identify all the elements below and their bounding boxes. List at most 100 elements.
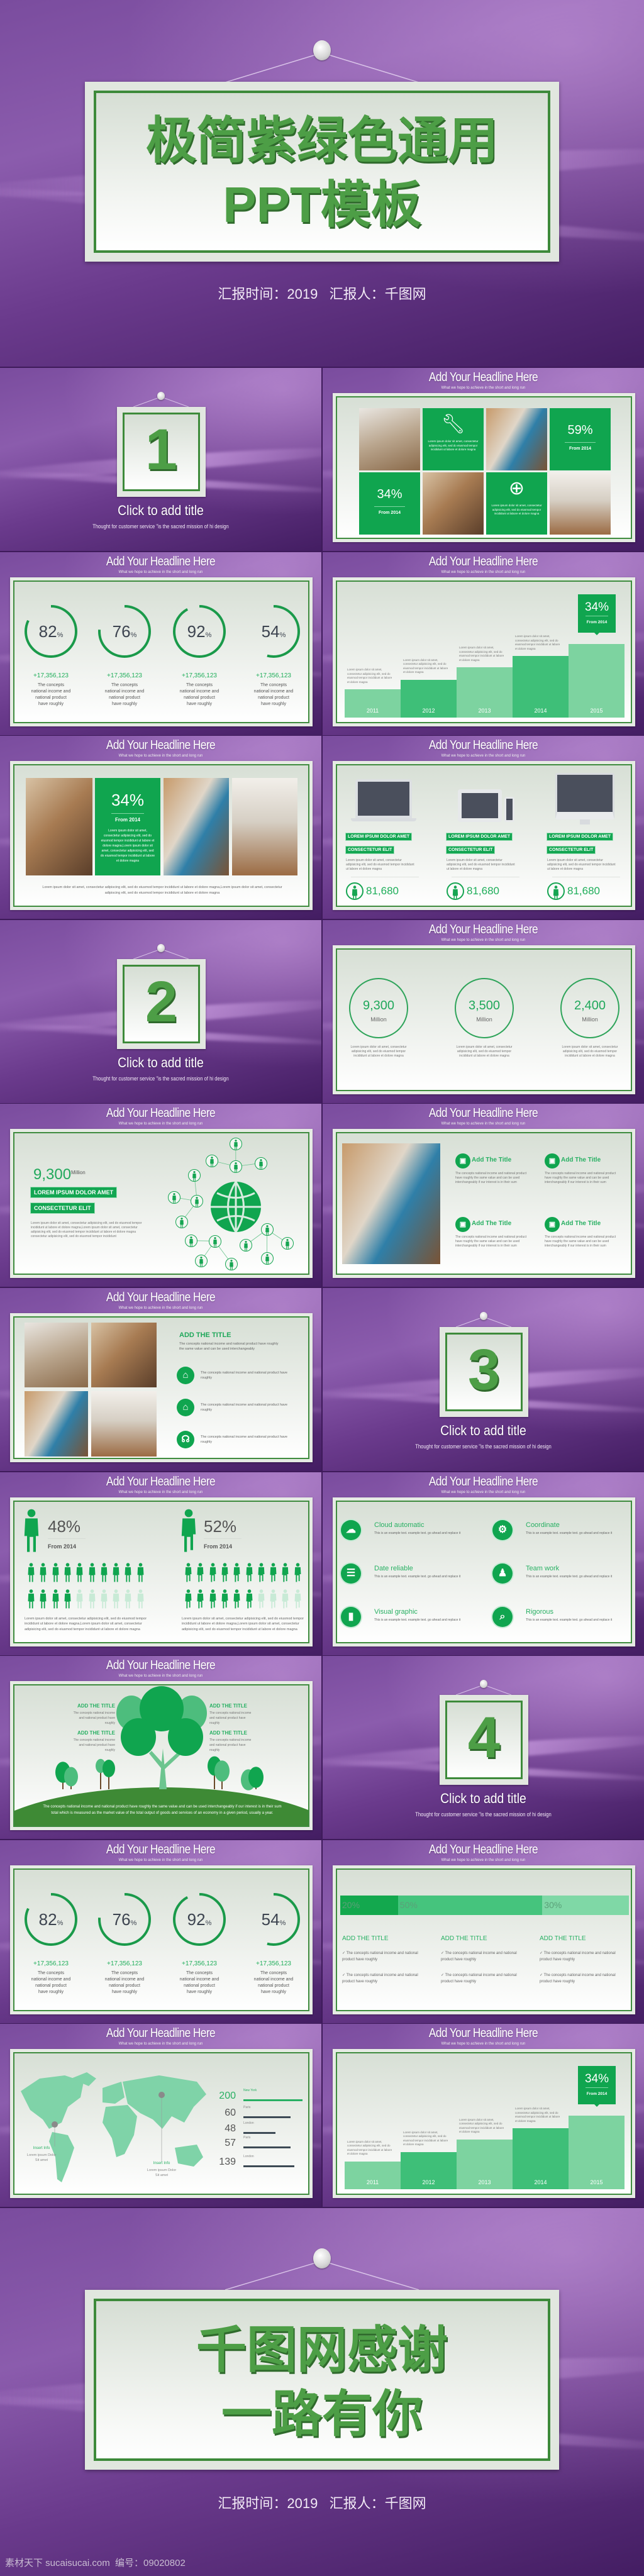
slide-section[interactable]: 4 Click to add title Thought for customer …: [323, 1656, 644, 1840]
list-item-text: The concepts national income and nationa…: [201, 1435, 287, 1444]
person-icon: [233, 1589, 241, 1612]
panel-inner: 🔧︎ Lorem ipsum dolor sit amet, consectetu…: [336, 396, 632, 539]
tree-item-title: ADD THE TITLE: [77, 1703, 115, 1709]
person-icon: [88, 1589, 96, 1612]
section-number-card: 4: [440, 1695, 528, 1785]
circle-text: Lorem ipsum dolor sit amet, consectetur …: [456, 1045, 513, 1058]
tree-item-text: The concepts national income and nationa…: [73, 1711, 115, 1726]
slide-people[interactable]: Add Your Headline Here What we hope to ac…: [0, 1472, 321, 1655]
male-figure-icon: [23, 1508, 40, 1557]
person-icon: [136, 1562, 145, 1585]
person-node-icon: [175, 1216, 188, 1229]
slide-section[interactable]: 1 Click to add title Thought for customer …: [0, 368, 321, 551]
feature-text: This is an example text. example text. g…: [374, 1618, 461, 1622]
circle-value: 3,500: [468, 998, 501, 1013]
bar-segment: 20%: [340, 1895, 398, 1915]
tile-text: Lorem ipsum dolor sit amet, consectetur …: [491, 504, 542, 515]
cloud-download-icon: ☁: [341, 1519, 361, 1540]
slide-headline: Add Your Headline Here: [106, 554, 216, 569]
ring-text: The concepts national income and nationa…: [104, 682, 145, 706]
person-node-icon: [184, 1235, 197, 1248]
content-panel: ADD THE TITLE The concepts national incom…: [10, 1681, 313, 1831]
segment-label: 50%: [399, 1899, 418, 1910]
photo: [164, 778, 229, 876]
panel-inner: 2011 Lorem ipsum dolor sit amet, consecte…: [336, 2052, 632, 2196]
person-node-icon: [260, 1252, 274, 1265]
slide-headline: Add Your Headline Here: [428, 2026, 538, 2041]
monitor-icon: ▣: [545, 1153, 560, 1169]
feature-text: This is an example text. example text. g…: [374, 1531, 461, 1535]
tree-item-title: ADD THE TITLE: [209, 1703, 247, 1709]
slide-headline: Add Your Headline Here: [106, 1106, 216, 1121]
people-label: From 2014: [204, 1543, 233, 1550]
device-badge-title: LOREM IPSUM DOLOR AMET: [346, 833, 412, 841]
column-title: ADD THE TITLE: [441, 1935, 487, 1942]
stat-value: 34%: [111, 791, 145, 810]
ring-count: +17,356,123: [33, 1960, 69, 1967]
slide-network[interactable]: Add Your Headline Here What we hope to ac…: [0, 1104, 321, 1287]
ring-value-wrap: 54%: [248, 1910, 299, 1929]
panel-inner: 48% From 2014 Lorem ipsum dolor sit amet, …: [13, 1500, 309, 1643]
section-number: 2: [145, 969, 178, 1034]
slide-four_titles[interactable]: Add Your Headline Here What we hope to ac…: [323, 1104, 644, 1287]
slide-headline: Add Your Headline Here: [106, 1474, 216, 1489]
people-percent: 52%: [204, 1516, 237, 1536]
basket-plus-icon: ⊕: [508, 478, 525, 499]
item-title: Add The Title: [561, 1157, 601, 1164]
cover-title-line2: PPT模板: [223, 177, 421, 233]
column-title: ADD THE TITLE: [342, 1935, 389, 1942]
person-icon: [281, 1562, 289, 1585]
stat-bar: [243, 2146, 291, 2149]
person-icon: [112, 1589, 120, 1612]
slide-split_bar[interactable]: Add Your Headline Here What we hope to ac…: [323, 1840, 644, 2023]
slide-devices[interactable]: Add Your Headline Here What we hope to ac…: [323, 736, 644, 919]
user-icon: [547, 882, 565, 901]
circle-value: 9,300: [362, 998, 395, 1013]
stat-bar: [243, 2165, 294, 2168]
content-panel: ☁ Cloud automatic This is an example text.…: [333, 1497, 635, 1646]
bar: [569, 2116, 625, 2190]
bar-note: Lorem ipsum dolor sit amet, consectetur …: [459, 2118, 504, 2134]
slide-steps[interactable]: Add Your Headline Here What we hope to ac…: [323, 2024, 644, 2207]
content-panel: 82% +17,356,123 The concepts national inco…: [10, 1865, 313, 2014]
slide-rings[interactable]: Add Your Headline Here What we hope to ac…: [0, 552, 321, 735]
closing-line1: 千图网感谢: [196, 2322, 448, 2378]
team-icon: ♟: [492, 1563, 513, 1584]
slide-subheadline: What we hope to achieve in the short and…: [118, 1858, 203, 1862]
stat-value: 200: [219, 2090, 236, 2102]
slide-photo_stat[interactable]: Add Your Headline Here What we hope to ac…: [0, 736, 321, 919]
ring-count: +17,356,123: [107, 1960, 142, 1967]
stat-value: 59%: [567, 423, 593, 437]
slide-section[interactable]: 3 Click to add title Thought for customer …: [323, 1288, 644, 1471]
pin-label: Insert Info: [33, 2146, 50, 2151]
title-board: 极简紫绿色通用 PPT模板: [85, 82, 559, 262]
slide-tree[interactable]: Add Your Headline Here What we hope to ac…: [0, 1656, 321, 1840]
panel-inner: ADD THE TITLE The concepts national incom…: [13, 1684, 309, 1828]
item-text: The concepts national income and nationa…: [545, 1235, 616, 1248]
slide-headline: Add Your Headline Here: [106, 1658, 216, 1673]
slide-photo_grid[interactable]: Add Your Headline Here What we hope to ac…: [323, 368, 644, 551]
slide-subheadline: What we hope to achieve in the short and…: [118, 570, 203, 574]
ring-unit: %: [130, 631, 137, 639]
slide-photos_list[interactable]: Add Your Headline Here What we hope to ac…: [0, 1288, 321, 1471]
pin-icon: [480, 1312, 487, 1320]
ring-count: +17,356,123: [33, 672, 69, 679]
slide-steps[interactable]: Add Your Headline Here What we hope to ac…: [323, 552, 644, 735]
tree-footer: The concepts national income and nationa…: [43, 1805, 282, 1816]
pin-icon: [313, 40, 331, 60]
ring-value-wrap: 76%: [99, 622, 150, 641]
slide-map[interactable]: Add Your Headline Here What we hope to ac…: [0, 2024, 321, 2207]
content-panel: ▣ Add The Title The concepts national inco…: [333, 1129, 635, 1279]
photo: [25, 1391, 88, 1457]
photo: [91, 1323, 157, 1387]
slide-section[interactable]: 2 Click to add title Thought for customer …: [0, 919, 321, 1103]
device-badge-sub: CONSECTETUR ELIT: [447, 847, 495, 854]
section-number-card: 2: [117, 958, 206, 1049]
slide-features[interactable]: Add Your Headline Here What we hope to ac…: [323, 1472, 644, 1655]
cover-subtitle: 汇报时间：2019 汇报人：千图网: [218, 286, 426, 302]
ring-value: 92: [187, 1909, 206, 1929]
person-node-icon: [229, 1138, 242, 1151]
headset-icon: ☊: [177, 1431, 194, 1448]
slide-circles[interactable]: Add Your Headline Here What we hope to ac…: [323, 919, 644, 1103]
slide-rings[interactable]: Add Your Headline Here What we hope to ac…: [0, 1840, 321, 2023]
